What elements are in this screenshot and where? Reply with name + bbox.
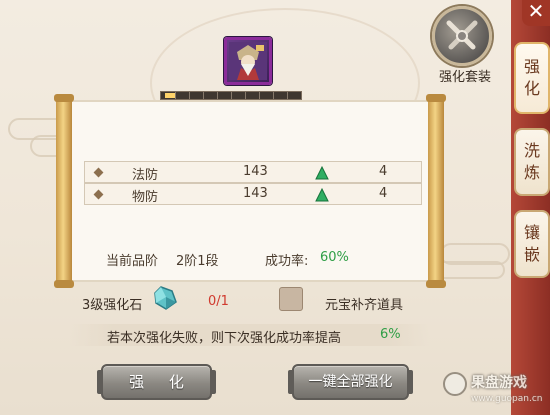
- stat-row-magic-defense: 法防 143 4: [84, 161, 422, 183]
- watermark-logo-icon: [443, 372, 467, 396]
- tab-refine[interactable]: 洗炼: [514, 128, 550, 196]
- tab-label: 洗炼: [524, 140, 540, 184]
- crossed-swords-icon: [446, 20, 478, 50]
- green-up-triangle-icon: [315, 188, 329, 202]
- stat-increase: 4: [379, 164, 388, 179]
- bullet-diamond-icon: [93, 167, 104, 178]
- current-grade-label: 当前品阶: [106, 254, 159, 269]
- failure-bonus-value: 6%: [380, 327, 401, 342]
- stat-value: 143: [243, 164, 268, 179]
- watermark-title: 果盘游戏: [471, 375, 527, 391]
- tab-label: 镶嵌: [524, 222, 540, 266]
- tab-inlay[interactable]: 镶嵌: [514, 210, 550, 278]
- stat-row-physical-defense: 物防 143 4: [84, 183, 422, 205]
- enhance-set-label: 强化套装: [438, 70, 491, 85]
- tab-label: 强化: [524, 56, 540, 100]
- enhance-stone-count: 0/1: [208, 294, 229, 309]
- current-grade-value: 2阶1段: [176, 254, 219, 269]
- progress-divider: [203, 92, 204, 99]
- stat-value: 143: [243, 186, 268, 201]
- armored-general-portrait-icon: [229, 42, 267, 80]
- progress-divider: [217, 92, 218, 99]
- progress-divider: [175, 92, 176, 99]
- watermark: 果盘游戏 www.guopan.cn: [443, 370, 550, 412]
- green-up-triangle-icon: [315, 166, 329, 180]
- stat-name: 物防: [132, 190, 159, 205]
- progress-divider: [259, 92, 260, 99]
- auto-buy-label: 元宝补齐道具: [325, 298, 404, 313]
- stat-name: 法防: [132, 168, 159, 183]
- progress-divider: [189, 92, 190, 99]
- tab-label-char: 化: [523, 79, 540, 98]
- progress-fill: [165, 93, 175, 98]
- tab-label-char: 洗: [523, 141, 540, 160]
- equipment-slot[interactable]: [224, 37, 272, 85]
- progress-divider: [287, 92, 288, 99]
- progress-divider: [231, 92, 232, 99]
- stat-increase: 4: [379, 186, 388, 201]
- bullet-diamond-icon: [93, 189, 104, 200]
- enhance-level-progress-bar: [160, 91, 302, 100]
- tab-label-char: 炼: [523, 163, 540, 182]
- tab-label-char: 强: [523, 57, 540, 76]
- enhance-stone-label: 3级强化石: [82, 298, 143, 313]
- close-icon[interactable]: ✕: [522, 0, 550, 26]
- scroll-rod-right: [426, 94, 446, 288]
- tab-label-char: 镶: [523, 223, 540, 242]
- progress-divider: [273, 92, 274, 99]
- enhance-stone-icon[interactable]: [152, 285, 178, 311]
- watermark-url: www.guopan.cn: [471, 394, 543, 404]
- auto-buy-checkbox[interactable]: [279, 287, 303, 311]
- enhance-button[interactable]: 强 化: [97, 364, 216, 400]
- progress-divider: [245, 92, 246, 99]
- success-rate-label: 成功率:: [265, 254, 309, 269]
- enhance-all-button[interactable]: 一键全部强化: [288, 364, 413, 400]
- enhance-set-button[interactable]: [432, 6, 492, 66]
- tab-label-char: 嵌: [523, 245, 540, 264]
- failure-bonus-tip: 若本次强化失败，则下次强化成功率提高: [107, 331, 342, 346]
- success-rate-value: 60%: [320, 250, 349, 265]
- tab-enhance[interactable]: 强化: [514, 42, 550, 114]
- scroll-rod-left: [54, 94, 74, 288]
